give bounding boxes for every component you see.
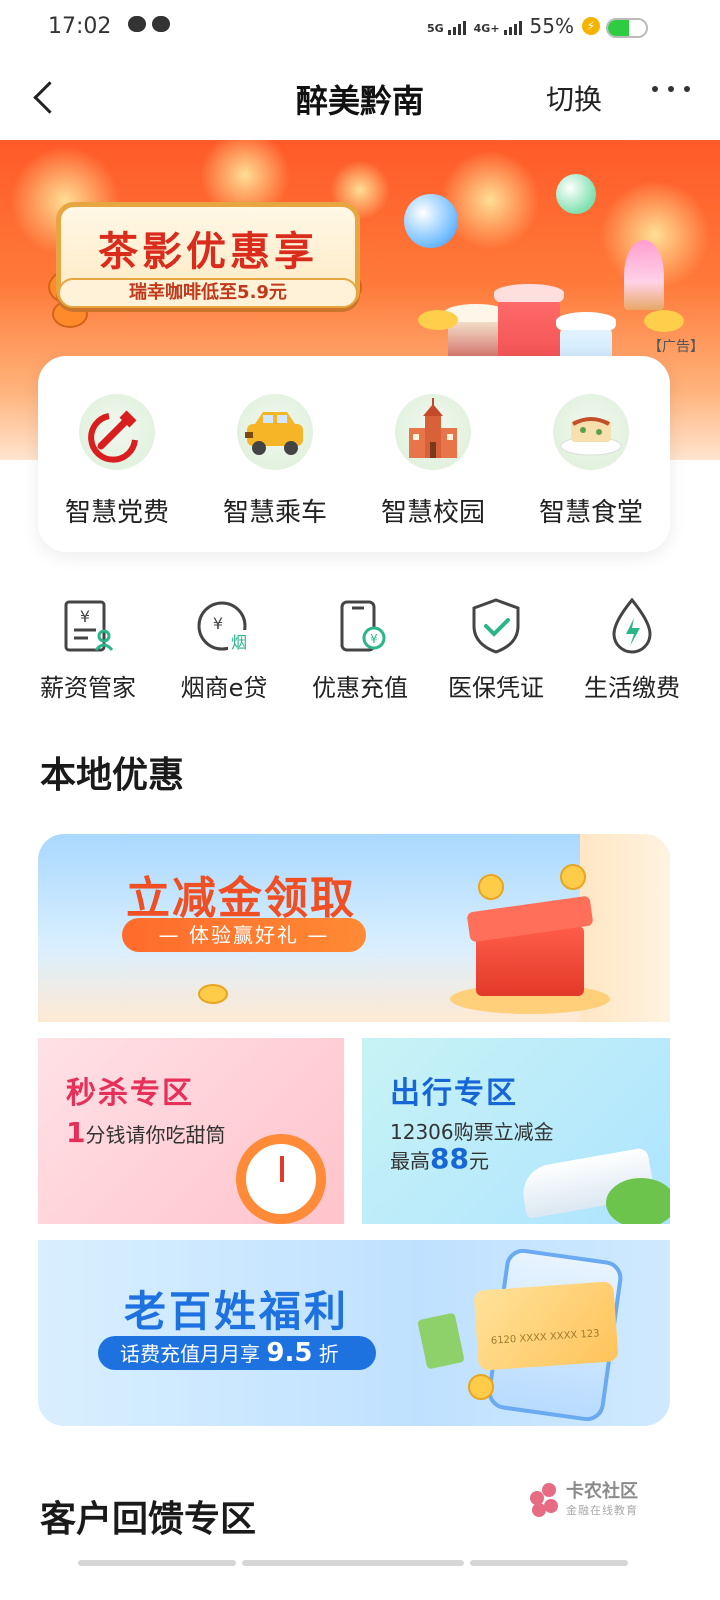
salary-document-icon: ¥ xyxy=(58,596,118,656)
promo-pill: 话费充值月月享 9.5 折 xyxy=(98,1336,376,1370)
promo-title: 立减金领取 xyxy=(126,873,356,924)
service-medical-insurance[interactable]: 医保凭证 xyxy=(428,596,564,706)
service-tobacco-loan[interactable]: ¥ 烟 烟商e贷 xyxy=(156,596,292,706)
quick-service-label: 智慧乘车 xyxy=(222,498,327,528)
coin-icon xyxy=(468,1374,494,1400)
svg-text:¥: ¥ xyxy=(80,607,90,626)
play-icon xyxy=(556,174,596,214)
more-icon[interactable] xyxy=(652,86,690,92)
watermark-sub: 金融在线教育 xyxy=(566,1504,638,1517)
status-time: 17:02 xyxy=(48,14,112,39)
food-icon xyxy=(553,394,629,470)
ad-tag: 【广告】 xyxy=(648,339,704,355)
coin-icon xyxy=(560,864,586,890)
signal-icon: 5G xyxy=(427,17,466,35)
quick-services-card: 智慧党费 智慧乘车 智慧校园 智慧食堂 xyxy=(38,356,670,552)
svg-text:¥: ¥ xyxy=(213,614,223,633)
promo-text: 1分钱请你吃甜筒 xyxy=(66,1116,226,1149)
shield-check-icon xyxy=(466,596,526,656)
gold-ingot-icon xyxy=(644,310,684,332)
quick-service-label: 智慧食堂 xyxy=(538,498,643,528)
quick-service-canteen[interactable]: 智慧食堂 xyxy=(521,394,661,552)
section-title-local-offers: 本地优惠 xyxy=(40,755,185,796)
notification-icons xyxy=(128,16,170,32)
promo-text-line1: 12306购票立减金 xyxy=(390,1120,554,1144)
bank-card-icon: 6120 XXXX XXXX 123 xyxy=(473,1281,619,1371)
service-label: 生活缴费 xyxy=(584,674,680,702)
feedback-tabs-preview xyxy=(78,1560,628,1566)
quick-service-party-fee[interactable]: 智慧党费 xyxy=(47,394,187,552)
signal-icon-2: 4G+ xyxy=(474,17,522,35)
promo-flash-sale[interactable]: 秒杀专区 1分钱请你吃甜筒 xyxy=(38,1038,344,1224)
switch-city-button[interactable]: 切换 xyxy=(546,78,602,118)
promo-title: 老百姓福利 xyxy=(124,1287,350,1336)
school-icon xyxy=(395,394,471,470)
watermark: 卡农社区 金融在线教育 xyxy=(530,1482,638,1518)
service-salary[interactable]: ¥ 薪资管家 xyxy=(20,596,156,706)
coin-icon xyxy=(198,984,228,1004)
ice-cream-icon xyxy=(624,240,664,310)
party-emblem-icon xyxy=(79,394,155,470)
promo-discount-voucher[interactable]: 立减金领取 — 体验赢好礼 — xyxy=(38,834,670,1022)
banner-subtitle: 瑞幸咖啡低至5.9元 xyxy=(58,278,358,308)
taxi-icon xyxy=(237,394,313,470)
tobacco-loan-icon: ¥ 烟 xyxy=(194,596,254,656)
service-recharge[interactable]: ¥ 优惠充值 xyxy=(292,596,428,706)
svg-text:¥: ¥ xyxy=(370,632,378,646)
sim-card-icon xyxy=(417,1312,465,1370)
page-title: 醉美黔南 xyxy=(295,82,424,120)
quick-service-bus[interactable]: 智慧乘车 xyxy=(205,394,345,552)
coin-icon xyxy=(478,874,504,900)
service-label: 烟商e贷 xyxy=(180,674,268,702)
battery-percent: 55% xyxy=(529,14,574,38)
section-title-feedback: 客户回馈专区 xyxy=(40,1499,257,1540)
bubble-icon xyxy=(404,194,458,248)
battery-fill xyxy=(608,20,629,36)
promo-title: 出行专区 xyxy=(390,1076,518,1111)
cloud-icon xyxy=(128,16,146,32)
service-label: 薪资管家 xyxy=(40,674,136,702)
chat-icon xyxy=(152,16,170,32)
promo-pill: — 体验赢好礼 — xyxy=(122,918,366,952)
quick-service-campus[interactable]: 智慧校园 xyxy=(363,394,503,552)
service-utility-bill[interactable]: 生活缴费 xyxy=(564,596,700,706)
promo-travel[interactable]: 出行专区 12306购票立减金 最高88元 xyxy=(362,1038,670,1224)
battery-icon xyxy=(606,18,648,38)
utility-drop-icon xyxy=(602,596,662,656)
promo-welfare[interactable]: 老百姓福利 话费充值月月享 9.5 折 6120 XXXX XXXX 123 xyxy=(38,1240,670,1426)
gold-ingot-icon xyxy=(418,310,458,330)
banner-title: 茶影优惠享 xyxy=(98,228,318,275)
promo-text-line2: 最高88元 xyxy=(390,1142,489,1175)
alarm-clock-icon xyxy=(236,1134,326,1224)
nav-bar: 醉美黔南 切换 xyxy=(0,56,720,140)
status-indicators: 5G 4G+ 55% ⚡ xyxy=(427,14,600,38)
watermark-logo-icon xyxy=(530,1483,560,1517)
status-bar: 17:02 5G 4G+ 55% ⚡ xyxy=(0,0,720,56)
service-label: 医保凭证 xyxy=(448,674,544,702)
charging-icon: ⚡ xyxy=(582,17,600,35)
quick-service-label: 智慧校园 xyxy=(380,498,485,528)
service-label: 优惠充值 xyxy=(312,674,408,702)
promo-title: 秒杀专区 xyxy=(66,1076,194,1111)
svg-text:烟: 烟 xyxy=(231,633,247,652)
watermark-name: 卡农社区 xyxy=(566,1481,638,1502)
quick-service-label: 智慧党费 xyxy=(64,498,169,528)
phone-recharge-icon: ¥ xyxy=(330,596,390,656)
tree-icon xyxy=(606,1178,670,1224)
service-grid: ¥ 薪资管家 ¥ 烟 烟商e贷 ¥ 优惠充值 医保凭证 生活缴费 xyxy=(20,596,700,706)
